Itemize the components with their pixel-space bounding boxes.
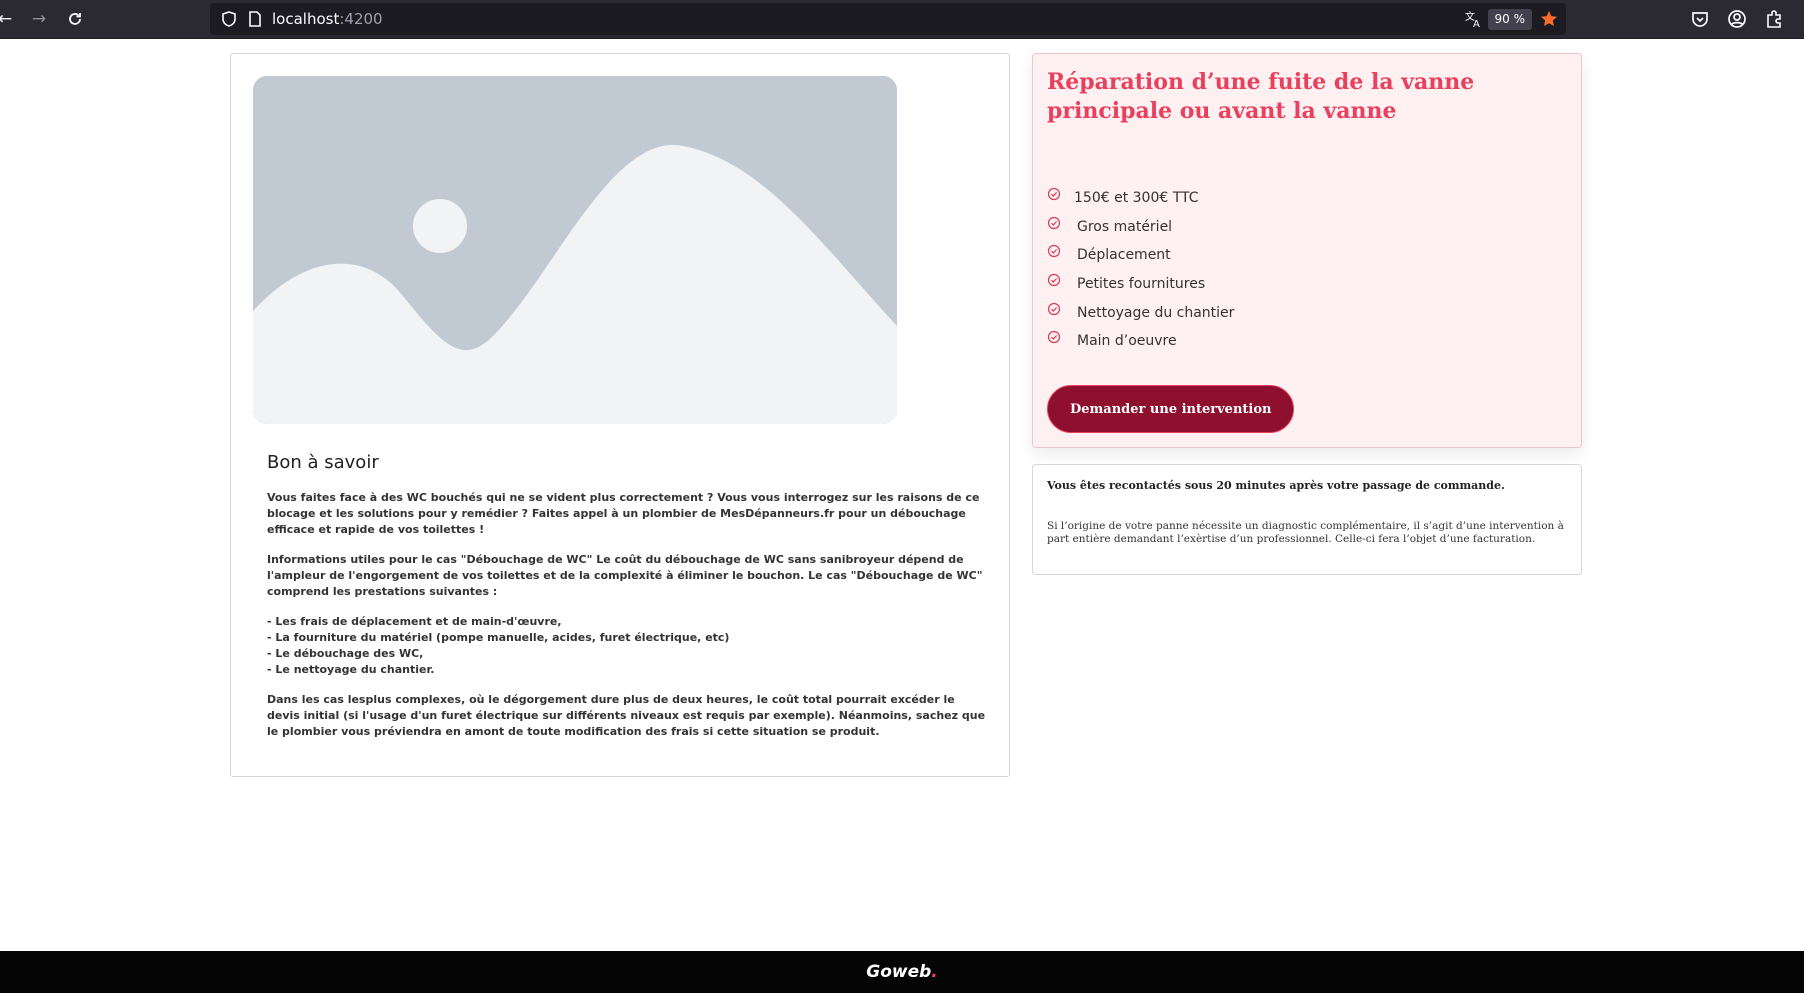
check-circle-icon <box>1047 273 1061 287</box>
check-circle-icon <box>1047 216 1061 229</box>
shield-icon[interactable] <box>220 10 238 28</box>
bookmark-star-icon[interactable] <box>1539 9 1559 29</box>
zoom-level-badge[interactable]: 90 % <box>1487 9 1532 30</box>
note-headline: Vous êtes recontactés sous 20 minutes ap… <box>1047 479 1505 492</box>
info-paragraph: Vous faites face à des WC bouchés qui ne… <box>267 491 980 536</box>
feature-item: 150€ et 300€ TTC <box>1047 184 1234 213</box>
reload-icon[interactable] <box>62 6 88 32</box>
note-body: Si l’origine de votre panne nécessite un… <box>1047 520 1564 545</box>
feature-item: Gros matériel <box>1047 213 1234 242</box>
page-content: Bon à savoir Vous faites face à des WC b… <box>0 39 1804 951</box>
list-item: - Les frais de déplacement et de main-d'… <box>267 615 562 628</box>
account-icon[interactable] <box>1726 8 1748 30</box>
info-paragraph: Informations utiles pour le cas "Débouch… <box>267 553 983 598</box>
check-circle-icon <box>1047 245 1061 258</box>
info-paragraph: Dans les cas lesplus complexes, où le dé… <box>267 693 986 738</box>
list-item: - La fourniture du matériel (pompe manue… <box>267 631 730 644</box>
feature-item: Nettoyage du chantier <box>1047 298 1234 327</box>
callback-note-card: Vous êtes recontactés sous 20 minutes ap… <box>1032 464 1582 575</box>
feature-label: 150€ et 300€ TTC <box>1074 190 1199 207</box>
feature-label: Déplacement <box>1077 247 1171 264</box>
back-arrow-icon[interactable]: ← <box>0 6 18 32</box>
browser-toolbar: ← → localhost:4200 文A 90 % <box>0 0 1804 39</box>
feature-label: Gros matériel <box>1077 218 1173 235</box>
feature-label: Main d’oeuvre <box>1077 333 1177 350</box>
offer-card: Réparation d’une fuite de la vanne princ… <box>1032 53 1582 448</box>
list-item: - Le nettoyage du chantier. <box>267 663 435 676</box>
feature-label: Petites fournitures <box>1077 276 1206 293</box>
feature-item: Déplacement <box>1047 241 1234 270</box>
offer-title: Réparation d’une fuite de la vanne princ… <box>1047 69 1475 124</box>
feature-item: Petites fournitures <box>1047 270 1234 299</box>
list-item: - Le débouchage des WC, <box>267 647 424 660</box>
footer-brand-dot: . <box>931 962 938 982</box>
url-text[interactable]: localhost:4200 <box>272 10 383 28</box>
check-circle-icon <box>1047 331 1061 344</box>
info-body: Vous faites face à des WC bouchés qui ne… <box>267 490 987 754</box>
check-circle-icon <box>1047 302 1061 315</box>
extensions-icon[interactable] <box>1763 8 1785 30</box>
check-circle-icon <box>1047 188 1061 201</box>
feature-list: 150€ et 300€ TTC Gros matériel Déplaceme… <box>1047 184 1234 356</box>
placeholder-image <box>253 76 897 424</box>
info-card: Bon à savoir Vous faites face à des WC b… <box>230 53 1010 777</box>
translate-icon[interactable]: 文A <box>1464 9 1484 30</box>
footer-logo[interactable]: Goweb. <box>866 962 938 982</box>
page-icon[interactable] <box>246 10 264 28</box>
footer: Goweb. <box>0 951 1804 993</box>
info-title: Bon à savoir <box>267 452 379 473</box>
address-bar[interactable]: localhost:4200 文A 90 % <box>210 3 1566 35</box>
svg-text:A: A <box>1473 19 1480 29</box>
info-list: - Les frais de déplacement et de main-d'… <box>267 614 987 678</box>
feature-item: Main d’oeuvre <box>1047 327 1234 356</box>
footer-brand-text: Goweb <box>866 962 932 982</box>
request-intervention-button[interactable]: Demander une intervention <box>1047 385 1295 433</box>
feature-label: Nettoyage du chantier <box>1077 304 1235 321</box>
forward-arrow-icon[interactable]: → <box>26 6 52 32</box>
pocket-icon[interactable] <box>1689 8 1711 30</box>
